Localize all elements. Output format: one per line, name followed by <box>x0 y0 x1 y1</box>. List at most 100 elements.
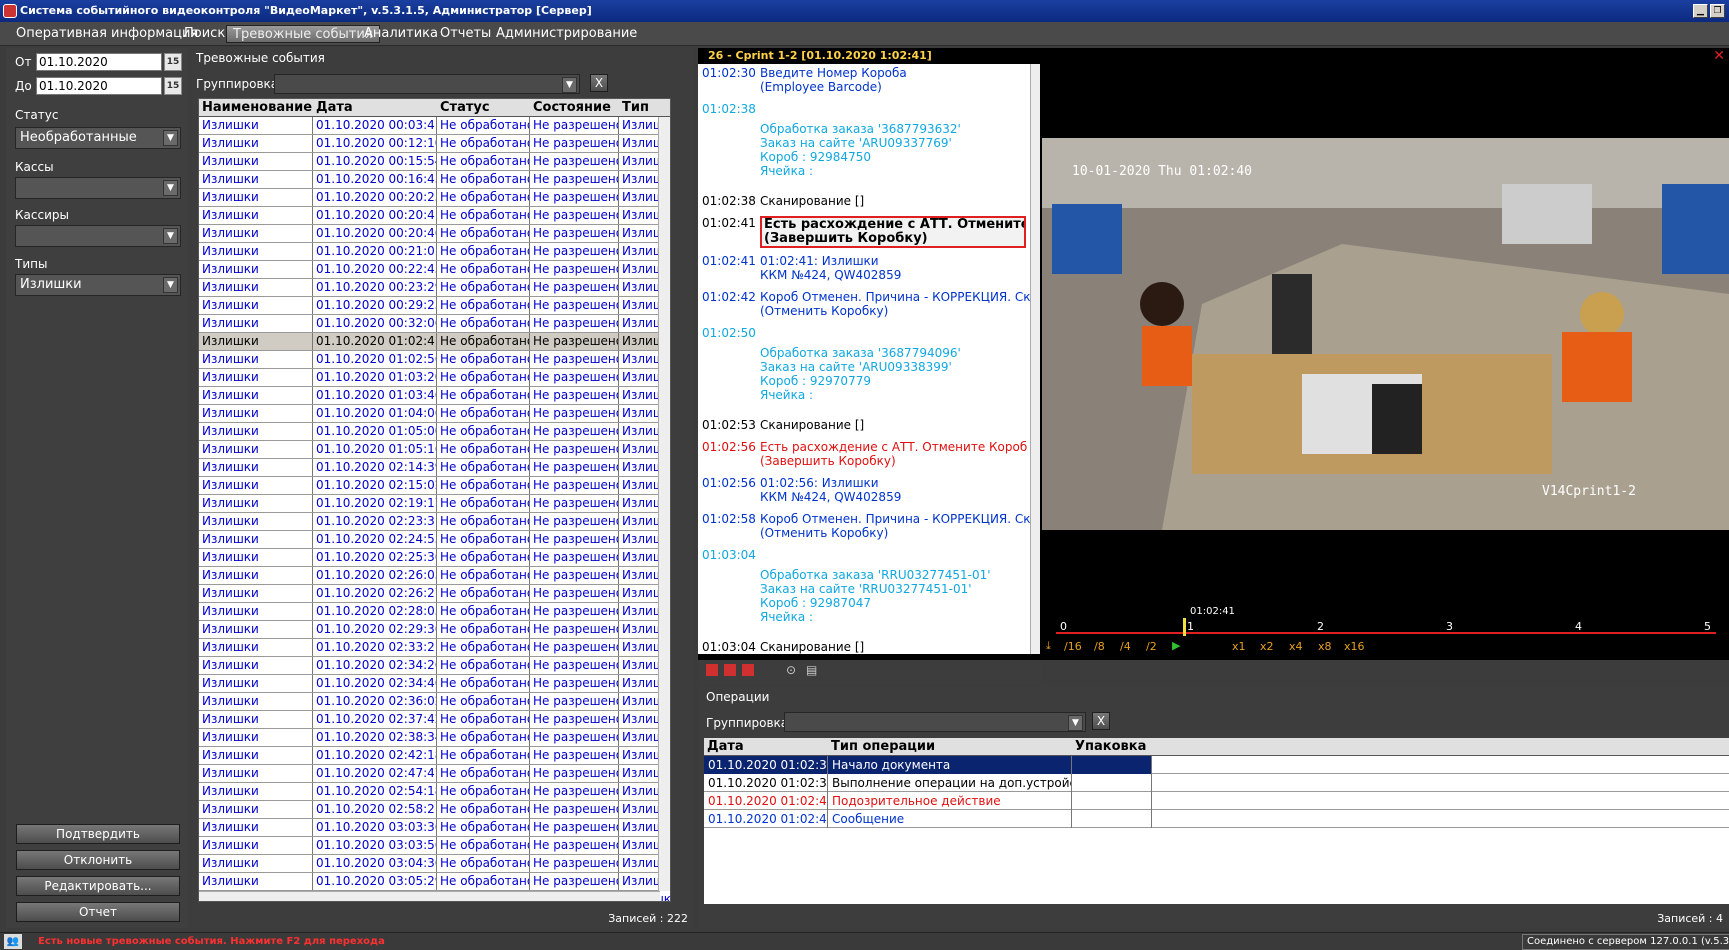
table-row[interactable]: Излишки 01.10.2020 00:20:46 Не обработано Н… <box>199 225 670 243</box>
table-row[interactable]: 01.10.2020 01:02:38 Начало документа <box>704 756 1729 774</box>
status-message[interactable]: Есть новые тревожные события. Нажмите F2… <box>38 936 385 947</box>
table-row[interactable]: Излишки 01.10.2020 01:02:41 Не обработано Н… <box>199 333 670 351</box>
table-row[interactable]: 01.10.2020 01:02:42 Сообщение <box>704 810 1729 828</box>
table-row[interactable]: Излишки 01.10.2020 02:47:47 Не обработано Н… <box>199 765 670 783</box>
table-row[interactable]: Излишки 01.10.2020 02:23:31 Не обработано Н… <box>199 513 670 531</box>
table-row[interactable]: Излишки 01.10.2020 00:12:10 Не обработано Н… <box>199 135 670 153</box>
edit-button[interactable]: Редактировать... <box>16 876 180 896</box>
filter-icon[interactable] <box>724 664 736 676</box>
chevron-down-icon[interactable]: ▼ <box>163 180 178 196</box>
table-row[interactable]: Излишки 01.10.2020 03:05:29 Не обработано Н… <box>199 873 670 891</box>
menu-alarms[interactable]: Тревожные события <box>226 25 380 43</box>
menu-reports[interactable]: Отчеты <box>434 25 497 43</box>
menu-operative[interactable]: Оперативная информация <box>10 25 204 43</box>
chevron-down-icon[interactable]: ▼ <box>1068 715 1083 731</box>
confirm-button[interactable]: Подтвердить <box>16 824 180 844</box>
maximize-button[interactable]: ❐ <box>1710 4 1725 18</box>
table-row[interactable]: Излишки 01.10.2020 02:42:18 Не обработано Н… <box>199 747 670 765</box>
table-row[interactable]: Излишки 01.10.2020 00:21:01 Не обработано Н… <box>199 243 670 261</box>
table-row[interactable]: Излишки 01.10.2020 01:02:56 Не обработано Н… <box>199 351 670 369</box>
col-state[interactable]: Состояние <box>530 99 619 117</box>
menu-search[interactable]: Поиск <box>178 25 231 43</box>
table-row[interactable]: Излишки 01.10.2020 02:15:02 Не обработано Н… <box>199 477 670 495</box>
status-select[interactable]: Необработанные ▼ <box>15 127 181 149</box>
col-status[interactable]: Статус <box>437 99 530 117</box>
table-row[interactable]: Излишки 01.10.2020 02:19:17 Не обработано Н… <box>199 495 670 513</box>
table-row[interactable]: Излишки 01.10.2020 02:25:36 Не обработано Н… <box>199 549 670 567</box>
table-row[interactable]: Излишки 01.10.2020 02:28:05 Не обработано Н… <box>199 603 670 621</box>
table-row[interactable]: Излишки 01.10.2020 00:29:25 Не обработано Н… <box>199 297 670 315</box>
timeline-track[interactable] <box>1056 632 1716 634</box>
to-date-input[interactable]: 01.10.2020 <box>36 77 162 95</box>
table-row[interactable]: Излишки 01.10.2020 00:03:41 Не обработано Н… <box>199 117 670 135</box>
table-row[interactable]: Излишки 01.10.2020 02:37:42 Не обработано Н… <box>199 711 670 729</box>
table-row[interactable]: Излишки 01.10.2020 02:54:18 Не обработано Н… <box>199 783 670 801</box>
timeline-cursor[interactable] <box>1183 618 1186 636</box>
col-op-date[interactable]: Дата <box>704 738 828 756</box>
events-grouping-clear-button[interactable]: X <box>590 74 608 92</box>
types-select[interactable]: Излишки ▼ <box>15 274 181 296</box>
table-row[interactable]: Излишки 01.10.2020 02:38:34 Не обработано Н… <box>199 729 670 747</box>
table-row[interactable]: Излишки 01.10.2020 02:58:21 Не обработано Н… <box>199 801 670 819</box>
events-hscroll[interactable] <box>199 891 660 901</box>
menu-admin[interactable]: Администрирование <box>490 25 643 43</box>
col-op-type[interactable]: Тип операции <box>828 738 1072 756</box>
chevron-down-icon[interactable]: ▼ <box>163 130 178 146</box>
table-row[interactable]: Излишки 01.10.2020 02:26:03 Не обработано Н… <box>199 567 670 585</box>
table-row[interactable]: Излишки 01.10.2020 02:34:26 Не обработано Н… <box>199 657 670 675</box>
table-row[interactable]: Излишки 01.10.2020 02:29:36 Не обработано Н… <box>199 621 670 639</box>
table-row[interactable]: Излишки 01.10.2020 03:03:56 Не обработано Н… <box>199 837 670 855</box>
table-row[interactable]: Излишки 01.10.2020 00:32:06 Не обработано Н… <box>199 315 670 333</box>
table-row[interactable]: Излишки 01.10.2020 00:20:25 Не обработано Н… <box>199 189 670 207</box>
to-calendar-icon[interactable]: 15 <box>164 77 182 95</box>
col-op-pack[interactable]: Упаковка <box>1072 738 1152 756</box>
table-row[interactable]: Излишки 01.10.2020 01:04:06 Не обработано Н… <box>199 405 670 423</box>
table-row[interactable]: Излишки 01.10.2020 02:34:46 Не обработано Н… <box>199 675 670 693</box>
export-icon[interactable]: ⤓ <box>1046 639 1051 653</box>
table-row[interactable]: Излишки 01.10.2020 00:16:43 Не обработано Н… <box>199 171 670 189</box>
table-row[interactable]: Излишки 01.10.2020 02:26:27 Не обработано Н… <box>199 585 670 603</box>
table-row[interactable]: Излишки 01.10.2020 00:23:29 Не обработано Н… <box>199 279 670 297</box>
video-frame[interactable]: 10-01-2020 Thu 01:02:40 V14Cprint1-2 01:… <box>1042 64 1729 654</box>
reject-button[interactable]: Отклонить <box>16 850 180 870</box>
speed-x1-button[interactable]: x1 <box>1232 640 1246 653</box>
col-type[interactable]: Тип <box>619 99 670 117</box>
col-name[interactable]: Наименование <box>199 99 313 117</box>
speed-x8-button[interactable]: x8 <box>1318 640 1332 653</box>
chevron-down-icon[interactable]: ▼ <box>562 77 577 93</box>
chevron-down-icon[interactable]: ▼ <box>163 228 178 244</box>
next-icon[interactable]: ⊙ <box>786 663 796 677</box>
users-icon[interactable]: 👥 <box>4 934 22 949</box>
play-icon[interactable]: ▶ <box>1172 639 1180 652</box>
minimize-button[interactable]: ▁ <box>1693 4 1708 18</box>
report-button[interactable]: Отчет <box>16 902 180 922</box>
speed-x2-button[interactable]: x2 <box>1260 640 1274 653</box>
menu-analytics[interactable]: Аналитика <box>358 25 444 43</box>
col-date[interactable]: Дата <box>313 99 437 117</box>
table-row[interactable]: Излишки 01.10.2020 00:22:45 Не обработано Н… <box>199 261 670 279</box>
log-vscroll[interactable] <box>1030 64 1040 654</box>
table-row[interactable]: Излишки 01.10.2020 02:33:21 Не обработано Н… <box>199 639 670 657</box>
table-row[interactable]: Излишки 01.10.2020 03:04:36 Не обработано Н… <box>199 855 670 873</box>
table-row[interactable]: Излишки 01.10.2020 03:03:36 Не обработано Н… <box>199 819 670 837</box>
chevron-down-icon[interactable]: ▼ <box>163 277 178 293</box>
from-date-input[interactable]: 01.10.2020 <box>36 53 162 71</box>
speed-div8-button[interactable]: /8 <box>1094 640 1105 653</box>
filter-icon[interactable] <box>742 664 754 676</box>
table-row[interactable]: Излишки 01.10.2020 00:15:54 Не обработано Н… <box>199 153 670 171</box>
kassiry-select[interactable]: ▼ <box>15 225 181 247</box>
events-vscroll[interactable] <box>658 117 670 891</box>
operations-grouping-select[interactable]: ▼ <box>784 712 1086 732</box>
table-row[interactable]: Излишки 01.10.2020 00:20:41 Не обработано Н… <box>199 207 670 225</box>
table-row[interactable]: Излишки 01.10.2020 02:24:55 Не обработано Н… <box>199 531 670 549</box>
speed-x4-button[interactable]: x4 <box>1289 640 1303 653</box>
table-row[interactable]: Излишки 01.10.2020 01:05:16 Не обработано Н… <box>199 441 670 459</box>
filter-icon[interactable] <box>706 664 718 676</box>
table-row[interactable]: Излишки 01.10.2020 01:05:00 Не обработано Н… <box>199 423 670 441</box>
close-icon[interactable]: ✕ <box>1713 48 1725 64</box>
operations-grouping-clear-button[interactable]: X <box>1092 712 1110 730</box>
document-icon[interactable]: ▤ <box>806 663 817 677</box>
table-row[interactable]: Излишки 01.10.2020 02:14:39 Не обработано Н… <box>199 459 670 477</box>
kassy-select[interactable]: ▼ <box>15 177 181 199</box>
speed-x16-button[interactable]: x16 <box>1344 640 1365 653</box>
